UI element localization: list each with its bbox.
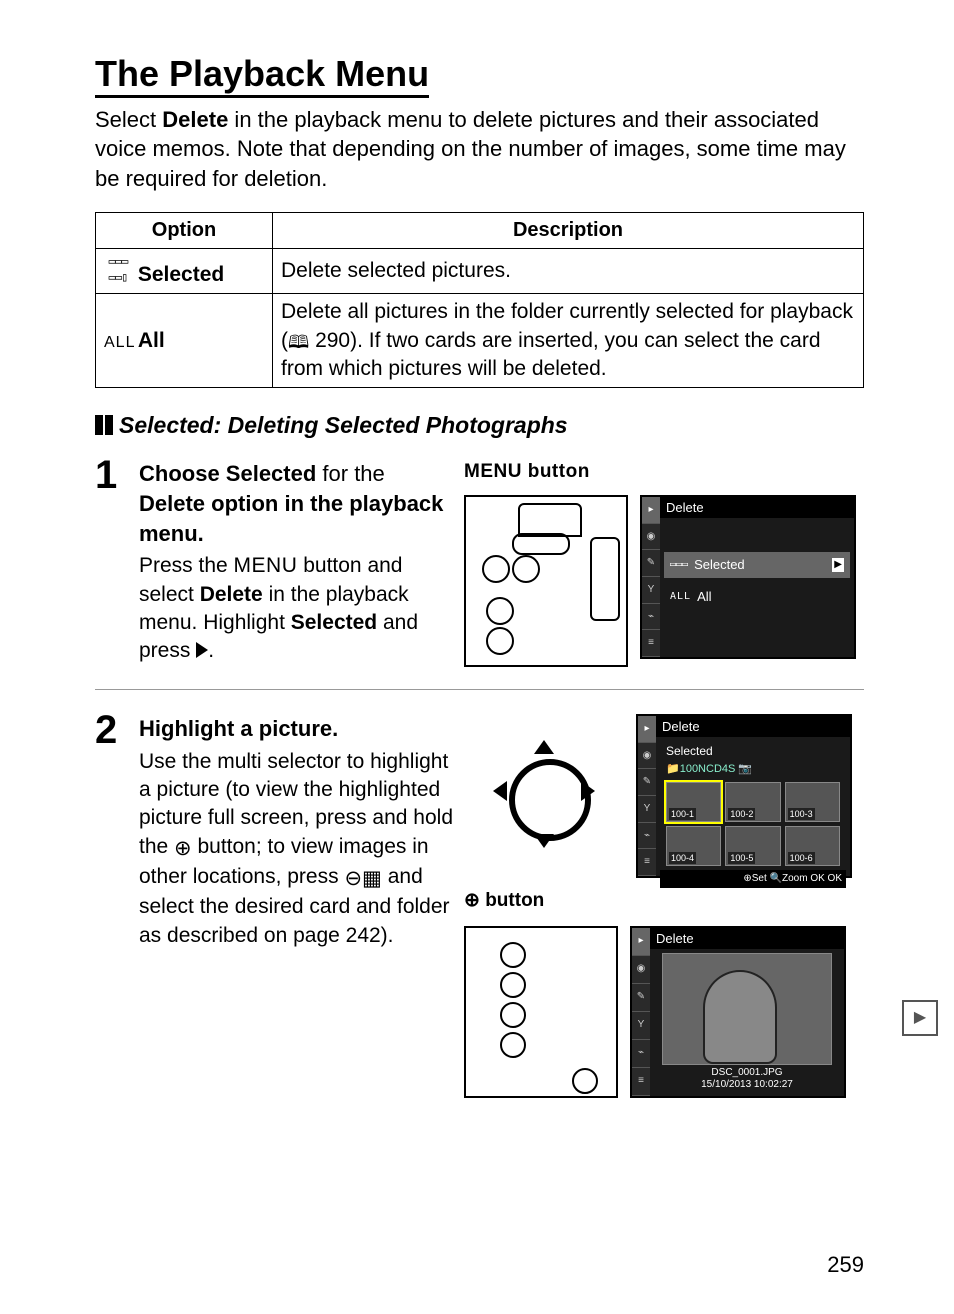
zoom-button-label: ⊕ button: [464, 888, 864, 914]
zoom-in-icon: ⊕: [174, 835, 192, 863]
lcd-title: Delete: [660, 497, 854, 519]
camera-back-illustration: [464, 926, 618, 1098]
step-number: 2: [95, 710, 139, 1098]
bar-icon: [95, 412, 113, 443]
options-table: Option Description ▭▭▭▭▭▯ Selected Delet…: [95, 212, 864, 389]
book-icon: 🕮: [288, 332, 309, 352]
zoom-in-icon: ⊕: [464, 890, 480, 911]
multi-selector-illustration: [464, 714, 624, 856]
tab-icon: ≡: [642, 630, 660, 657]
step-1: 1 Choose Selected for the Delete option …: [95, 459, 864, 690]
zoom-out-thumb-icon: ⊖▦: [344, 865, 381, 893]
manual-page: The Playback Menu Select Delete in the p…: [0, 0, 954, 1314]
page-title: The Playback Menu: [95, 50, 864, 99]
col-option: Option: [96, 212, 273, 248]
section-subhead: Selected: Deleting Selected Photographs: [95, 410, 864, 443]
tab-playback-icon: ▸: [642, 497, 660, 524]
table-row: ALL All Delete all pictures in the folde…: [96, 294, 864, 388]
intro-paragraph: Select Delete in the playback menu to de…: [95, 105, 864, 194]
step-body: Choose Selected for the Delete option in…: [139, 459, 464, 667]
lcd-thumbnails: ▸◉✎Y⌁≡ Delete Selected 📁100NCD4S 📷 100-1…: [636, 714, 852, 878]
col-description: Description: [273, 212, 864, 248]
right-arrow-icon: [196, 642, 208, 658]
tab-icon: ⌁: [642, 604, 660, 631]
arrow-icon: ▶: [832, 558, 844, 572]
tab-icon: Y: [642, 577, 660, 604]
step1-figures: MENU button ▸◉✎Y⌁≡ Delete ▭▭▭Selected▶ A…: [464, 459, 864, 667]
lcd-delete-menu: ▸◉✎Y⌁≡ Delete ▭▭▭Selected▶ ALLAll: [640, 495, 856, 659]
camera-back-illustration: [464, 495, 628, 667]
step-2: 2 Highlight a picture. Use the multi sel…: [95, 714, 864, 1120]
tab-icon: ✎: [642, 550, 660, 577]
all-icon: ALL: [104, 332, 132, 354]
menu-button-label: MENU button: [464, 461, 590, 482]
step2-figures: ▸◉✎Y⌁≡ Delete Selected 📁100NCD4S 📷 100-1…: [464, 714, 864, 1098]
selected-icon: ▭▭▭▭▭▯: [104, 253, 132, 285]
table-row: ▭▭▭▭▭▯ Selected Delete selected pictures…: [96, 248, 864, 294]
lcd-row-selected: ▭▭▭Selected▶: [664, 552, 850, 578]
playback-tab-icon: ▶: [902, 1000, 938, 1036]
page-number: 259: [827, 1250, 864, 1280]
step-body: Highlight a picture. Use the multi selec…: [139, 714, 464, 1098]
tab-icon: ◉: [642, 524, 660, 551]
step-number: 1: [95, 455, 139, 667]
lcd-fullscreen-preview: ▸◉✎Y⌁≡ Delete DSC_0001.JPG15/10/2013 10:…: [630, 926, 846, 1098]
lcd-row-all: ALLAll: [664, 584, 850, 610]
